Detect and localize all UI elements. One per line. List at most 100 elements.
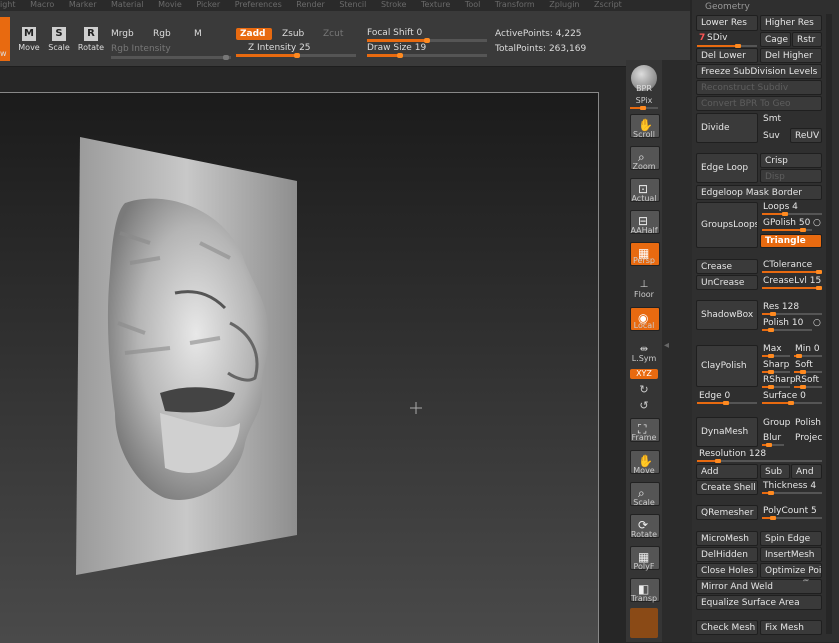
delhidden-button[interactable]: DelHidden (696, 547, 758, 562)
rstr-button[interactable]: Rstr (792, 32, 822, 47)
fix-mesh-button[interactable]: Fix Mesh (760, 620, 822, 635)
sdiv-label[interactable]: SDiv (707, 33, 727, 43)
rgb-intensity-knob[interactable] (223, 55, 229, 60)
menu-item[interactable]: Material (111, 0, 144, 10)
polycount-slider-label[interactable]: PolyCount 5 (763, 506, 817, 516)
resolution-knob[interactable] (715, 459, 721, 463)
rsharp-slider[interactable] (762, 385, 790, 389)
suv-toggle[interactable]: Suv (763, 131, 780, 141)
loops-slider[interactable] (762, 212, 822, 216)
gpolish-radio-icon[interactable]: ○ (813, 218, 821, 228)
polish-toggle[interactable]: Polish (795, 418, 821, 428)
move-tool-button[interactable]: M Move (14, 17, 44, 61)
menu-item[interactable]: Stroke (381, 0, 407, 10)
menu-item[interactable]: ight (0, 0, 16, 10)
edge-loop-button[interactable]: Edge Loop (696, 153, 758, 183)
document-canvas[interactable] (0, 92, 599, 643)
menu-item[interactable]: Texture (421, 0, 450, 10)
del-lower-button[interactable]: Del Lower (696, 48, 758, 63)
resolution-slider[interactable] (697, 459, 822, 463)
creaselvl-slider[interactable] (762, 286, 822, 290)
menu-item[interactable]: Zplugin (549, 0, 579, 10)
sub-button[interactable]: Sub (760, 464, 790, 479)
crisp-button[interactable]: Crisp (760, 153, 822, 168)
sharp-knob[interactable] (768, 370, 774, 374)
divide-button[interactable]: Divide (696, 113, 758, 143)
thickness-slider-label[interactable]: Thickness 4 (763, 481, 816, 491)
menu-item[interactable]: Tool (465, 0, 481, 10)
polish-radio-icon[interactable]: ○ (813, 318, 821, 328)
sharp-slider-label[interactable]: Sharp (763, 360, 789, 370)
rotate-tool-button[interactable]: R Rotate (76, 17, 106, 61)
check-mesh-button[interactable]: Check Mesh (696, 620, 758, 635)
res-knob[interactable] (770, 312, 776, 316)
mirror-axis-icon[interactable]: ⁗ (803, 579, 809, 589)
surface-knob[interactable] (788, 401, 794, 405)
triangle-button[interactable]: Triangle (760, 234, 822, 248)
polish-slider[interactable] (762, 328, 812, 332)
surface-slider-label[interactable]: Surface 0 (763, 391, 806, 401)
disp-slider[interactable]: Disp (760, 169, 822, 183)
and-button[interactable]: And (791, 464, 822, 479)
draw-size-knob[interactable] (397, 53, 403, 58)
menu-item[interactable]: Picker (196, 0, 220, 10)
menu-item[interactable]: Render (296, 0, 324, 10)
m-button[interactable]: M (194, 29, 202, 39)
max-slider[interactable] (762, 354, 790, 358)
claypolish-button[interactable]: ClayPolish (696, 345, 758, 387)
menu-item[interactable]: Zscript (594, 0, 622, 10)
convert-bpr-button[interactable]: Convert BPR To Geo (696, 96, 822, 111)
rsharp-slider-label[interactable]: RSharp (763, 375, 796, 385)
equalize-surface-area-button[interactable]: Equalize Surface Area (696, 595, 822, 610)
uncrease-button[interactable]: UnCrease (696, 275, 758, 290)
collapse-arrow-icon[interactable]: ◂ (664, 340, 669, 351)
rsoft-slider[interactable] (794, 385, 822, 389)
insertmesh-button[interactable]: InsertMesh (760, 547, 822, 562)
min-slider[interactable] (794, 354, 822, 358)
micromesh-button[interactable]: MicroMesh (696, 531, 758, 546)
polycount-knob[interactable] (770, 516, 776, 520)
qremesher-button[interactable]: QRemesher (696, 505, 758, 520)
ctolerance-slider-label[interactable]: CTolerance (763, 260, 812, 270)
smt-toggle[interactable]: Smt (763, 114, 781, 124)
del-higher-button[interactable]: Del Higher (760, 48, 822, 63)
ctolerance-slider[interactable] (762, 270, 822, 274)
scale-tool-button[interactable]: S Scale (44, 17, 74, 61)
z-intensity-slider[interactable] (236, 53, 356, 58)
creaselvl-knob[interactable] (816, 286, 822, 290)
gpolish-slider[interactable] (762, 228, 812, 232)
crease-button[interactable]: Crease (696, 259, 758, 274)
menu-item[interactable]: Stencil (339, 0, 366, 10)
resolution-slider-label[interactable]: Resolution 128 (699, 449, 766, 459)
rotate-z-icon[interactable]: ↺ (626, 399, 662, 412)
polycount-slider[interactable] (762, 516, 822, 520)
menu-item[interactable]: Preferences (235, 0, 282, 10)
creaselvl-slider-label[interactable]: CreaseLvl 15 (763, 276, 821, 286)
blur-slider-label[interactable]: Blur (763, 433, 781, 443)
loops-knob[interactable] (782, 212, 788, 216)
res-slider-label[interactable]: Res 128 (763, 302, 799, 312)
res-slider[interactable] (762, 312, 822, 316)
shadowbox-button[interactable]: ShadowBox (696, 300, 758, 330)
group-toggle[interactable]: Group (763, 418, 790, 428)
dynamesh-button[interactable]: DynaMesh (696, 417, 758, 447)
zadd-button[interactable]: Zadd (236, 28, 272, 40)
freeze-subdivision-button[interactable]: Freeze SubDivision Levels (696, 64, 822, 79)
min-slider-label[interactable]: Min 0 (795, 344, 820, 354)
zsub-button[interactable]: Zsub (282, 29, 304, 39)
edge-slider-label[interactable]: Edge 0 (699, 391, 730, 401)
spix-slider[interactable] (630, 106, 658, 110)
xyz-button[interactable]: XYZ (630, 369, 658, 379)
thickness-slider[interactable] (762, 491, 822, 495)
mrgb-button[interactable]: Mrgb (111, 29, 134, 39)
add-button[interactable]: Add (696, 464, 758, 479)
z-intensity-label[interactable]: Z Intensity 25 (248, 43, 311, 53)
ctolerance-knob[interactable] (816, 270, 822, 274)
soft-slider-label[interactable]: Soft (795, 360, 813, 370)
create-shell-button[interactable]: Create Shell (696, 480, 758, 495)
focal-shift-slider[interactable] (367, 38, 487, 43)
rsharp-knob[interactable] (768, 385, 774, 389)
spin-edge-button[interactable]: Spin Edge (760, 531, 822, 546)
loops-slider-label[interactable]: Loops 4 (763, 202, 798, 212)
sdiv-slider[interactable] (697, 44, 757, 48)
